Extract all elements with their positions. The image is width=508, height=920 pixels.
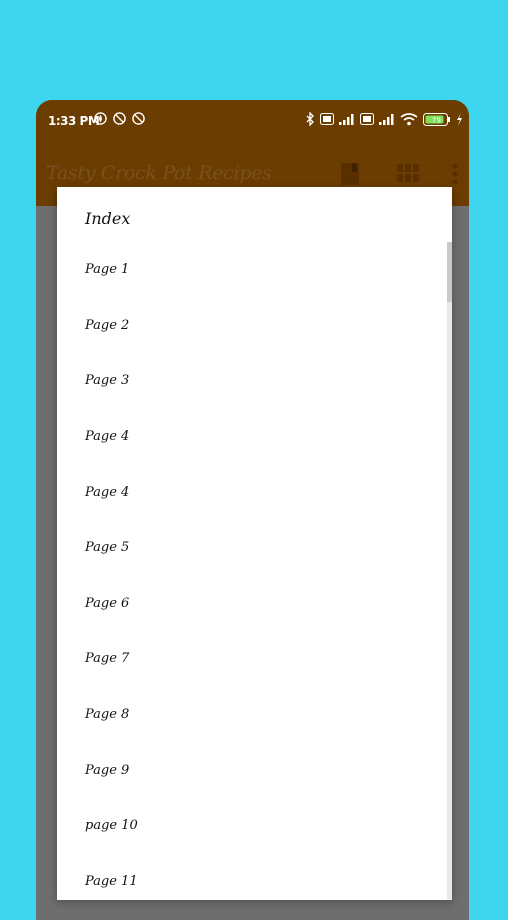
no-entry-icon [113,112,126,125]
list-item-page-3[interactable]: Page 3 [57,353,452,409]
list-item-page-7[interactable]: Page 7 [57,631,452,687]
more-vert-icon[interactable] [452,163,458,185]
list-item-page-4b[interactable]: Page 4 [57,464,452,520]
list-item-page-6[interactable]: Page 6 [57,576,452,632]
status-right-icons: 79 [305,112,463,126]
status-bar: 1:33 PM 79 [36,100,469,144]
page-list: Page 1 Page 2 Page 3 Page 4 Page 4 Page … [57,242,452,900]
status-left-icons [94,112,145,125]
list-item-page-1[interactable]: Page 1 [57,242,452,298]
list-item-page-10[interactable]: page 10 [57,798,452,854]
grid-icon[interactable] [397,164,419,182]
list-item-page-2[interactable]: Page 2 [57,298,452,354]
list-item-page-9[interactable]: Page 9 [57,742,452,798]
volte-icon [360,113,374,125]
scrollbar[interactable] [447,242,452,900]
index-dialog: Index Page 1 Page 2 Page 3 Page 4 Page 4… [57,187,452,900]
no-entry-icon [132,112,145,125]
list-item-page-11[interactable]: Page 11 [57,854,452,900]
charging-icon [457,112,462,126]
bluetooth-icon [306,112,314,126]
book-icon[interactable] [340,162,360,186]
wifi-icon [400,112,418,125]
status-time: 1:33 PM [48,114,100,128]
app-title: Tasty Crock Pot Recipes [46,162,272,184]
list-item-page-4[interactable]: Page 4 [57,409,452,465]
battery-icon: 79 [423,112,450,126]
fire-icon [94,112,107,125]
svg-text:79: 79 [432,116,441,124]
dialog-title: Index [85,209,131,228]
scrollbar-thumb[interactable] [447,242,452,302]
signal-icon [339,114,354,125]
volte-icon [320,113,334,125]
list-item-page-8[interactable]: Page 8 [57,687,452,743]
signal-icon [379,114,394,125]
list-item-page-5[interactable]: Page 5 [57,520,452,576]
